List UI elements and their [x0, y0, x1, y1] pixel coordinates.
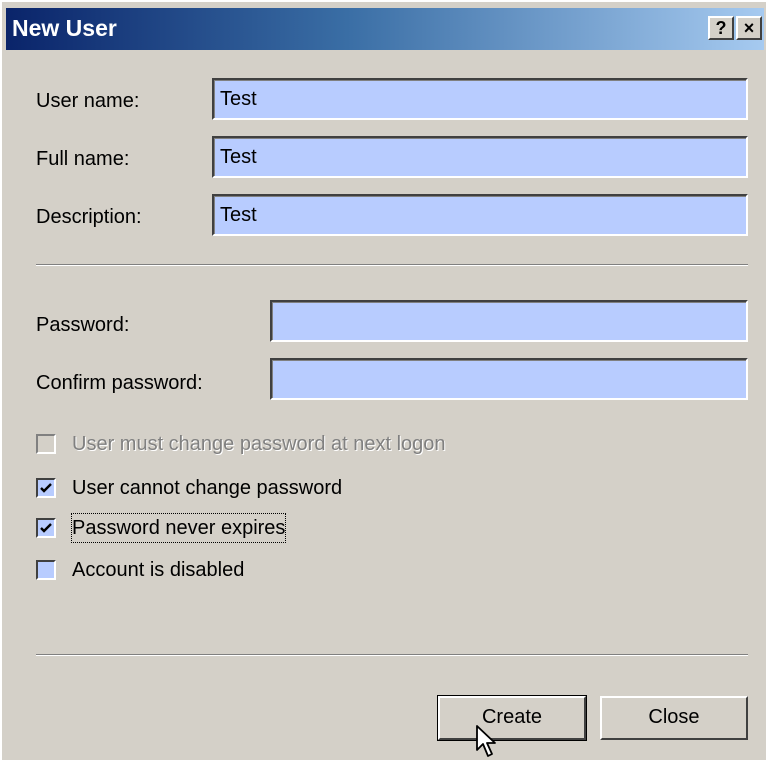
checkbox-label: Account is disabled	[72, 559, 245, 581]
checkbox-account-disabled[interactable]: Account is disabled	[36, 556, 436, 586]
checkmark-icon	[40, 483, 52, 493]
checkbox-box[interactable]	[36, 560, 56, 580]
user-name-label: User name:	[36, 90, 140, 112]
checkbox-label: User cannot change password	[72, 477, 343, 499]
checkmark-icon	[40, 523, 52, 533]
help-button[interactable]: ?	[708, 16, 734, 40]
checkbox-must-change-password[interactable]: User must change password at next logon	[36, 430, 516, 460]
password-input[interactable]	[270, 300, 748, 342]
new-user-dialog: New User ? × User name: Full name: Descr…	[0, 0, 766, 760]
full-name-input[interactable]	[212, 136, 748, 178]
confirm-password-label: Confirm password:	[36, 372, 203, 394]
full-name-label: Full name:	[36, 148, 130, 170]
checkbox-cannot-change-password[interactable]: User cannot change password	[36, 474, 436, 504]
checkbox-label: Password never expires	[70, 513, 287, 543]
title-bar[interactable]: New User ? ×	[6, 8, 764, 50]
dialog-title: New User	[12, 15, 117, 41]
checkbox-box[interactable]	[36, 478, 56, 498]
checkbox-password-never-expires[interactable]: Password never expires	[36, 513, 436, 544]
user-name-input[interactable]	[212, 78, 748, 120]
close-window-button[interactable]: ×	[736, 16, 762, 40]
separator-bottom	[36, 654, 748, 656]
checkbox-box[interactable]	[36, 518, 56, 538]
mouse-cursor-icon	[476, 725, 496, 757]
description-label: Description:	[36, 206, 142, 228]
confirm-password-input[interactable]	[270, 358, 748, 400]
description-input[interactable]	[212, 194, 748, 236]
password-label: Password:	[36, 314, 130, 336]
close-button[interactable]: Close	[600, 696, 748, 740]
checkbox-box[interactable]	[36, 434, 56, 454]
checkbox-label: User must change password at next logon	[72, 433, 446, 455]
create-button[interactable]: Create	[437, 695, 587, 741]
separator-top	[36, 264, 748, 266]
